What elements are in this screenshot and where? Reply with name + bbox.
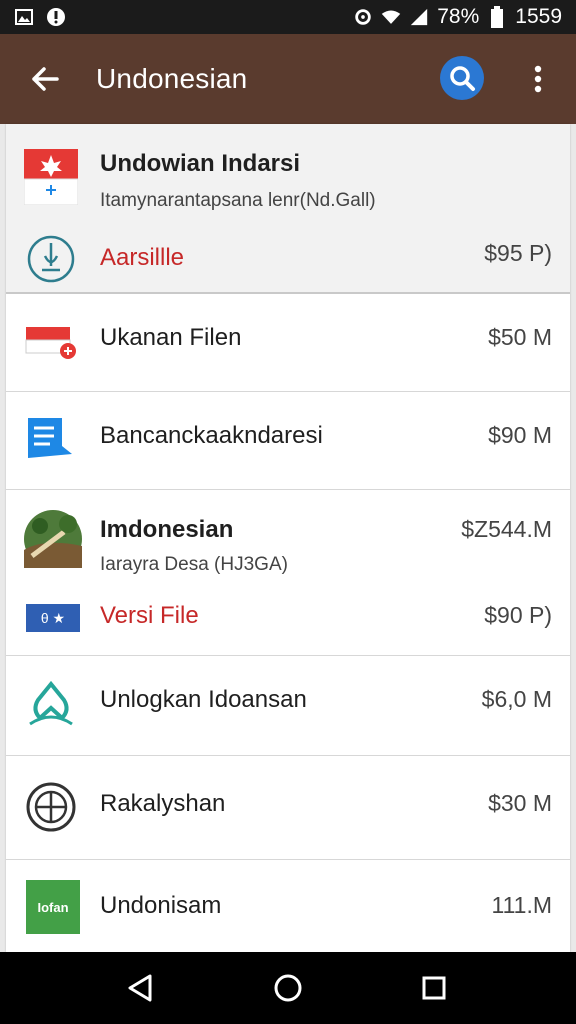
item-subtitle: Iarayra Desa (HJ3GA) — [100, 554, 288, 575]
nav-home-button[interactable] — [266, 966, 310, 1010]
item-title: Rakalyshan — [100, 790, 226, 817]
list-item[interactable]: Ukanan Filen $50 M — [6, 294, 570, 392]
back-button[interactable] — [14, 48, 76, 110]
item-size: 111.M — [491, 892, 552, 918]
item-size: $6,0 M — [481, 686, 552, 712]
photo-thumbnail-icon — [24, 510, 82, 568]
battery-icon — [487, 6, 507, 28]
app-bar: Undonesian — [0, 34, 576, 124]
app-list: Undowian Indarsi Itamynarantapsana lenr(… — [6, 124, 570, 952]
emblem-icon — [24, 780, 78, 834]
item-title: Undonisam — [100, 892, 222, 919]
item-size: $50 M — [488, 324, 552, 350]
nav-back-button[interactable] — [118, 966, 162, 1010]
item-title: Undowian Indarsi — [100, 150, 301, 177]
item-size: $30 M — [488, 790, 552, 816]
square-recents-icon — [422, 976, 446, 1000]
item-sub-label: Versi File — [100, 602, 199, 629]
app-logo-icon: Iofan — [26, 880, 80, 934]
drop-logo-icon — [24, 678, 78, 732]
battery-percent: 78% — [437, 5, 480, 28]
signal-icon — [409, 7, 429, 27]
search-icon — [450, 66, 475, 91]
wifi-icon — [381, 7, 401, 27]
item-title: Bancanckaakndaresi — [100, 422, 323, 449]
list-item[interactable]: Undowian Indarsi Itamynarantapsana lenr(… — [6, 124, 570, 294]
overflow-menu-button[interactable] — [518, 54, 558, 104]
item-size: $95 P) — [484, 240, 552, 266]
item-size: $90 M — [488, 422, 552, 448]
status-bar: 78% 1559 — [0, 0, 576, 34]
sync-icon — [353, 7, 373, 27]
nav-recents-button[interactable] — [412, 966, 456, 1010]
item-sub-size: $90 P) — [484, 602, 552, 628]
lighthouse-icon — [24, 232, 78, 286]
list-item[interactable]: Unlogkan Idoansan $6,0 M — [6, 656, 570, 756]
list-item[interactable]: Bancanckaakndaresi $90 M — [6, 392, 570, 490]
version-badge: θ ★ — [26, 604, 80, 632]
more-vert-icon — [534, 65, 542, 93]
list-item[interactable]: Rakalyshan $30 M — [6, 756, 570, 860]
list-item[interactable]: Iofan Undonisam 111.M — [6, 860, 570, 952]
flag-file-icon — [24, 316, 78, 370]
item-title: Unlogkan Idoansan — [100, 686, 307, 713]
item-size: $Z544.M — [461, 516, 552, 542]
list-item[interactable]: Imdonesian $Z544.M Iarayra Desa (HJ3GA) … — [6, 490, 570, 656]
document-icon — [24, 412, 78, 466]
triangle-back-icon — [128, 974, 152, 1002]
search-button[interactable] — [440, 56, 484, 100]
clock: 1559 — [515, 5, 562, 28]
arrow-back-icon — [32, 67, 59, 91]
navigation-bar — [0, 952, 576, 1024]
page-title: Undonesian — [96, 63, 248, 94]
flag-app-icon — [24, 149, 78, 205]
item-title: Ukanan Filen — [100, 324, 242, 351]
circle-home-icon — [274, 974, 302, 1002]
item-subtitle: Itamynarantapsana lenr(Nd.Gall) — [100, 190, 376, 211]
gallery-notification-icon — [14, 7, 34, 27]
item-sub-label: Aarsillle — [100, 244, 185, 271]
notification-icon — [46, 7, 66, 27]
item-title: Imdonesian — [100, 516, 234, 543]
